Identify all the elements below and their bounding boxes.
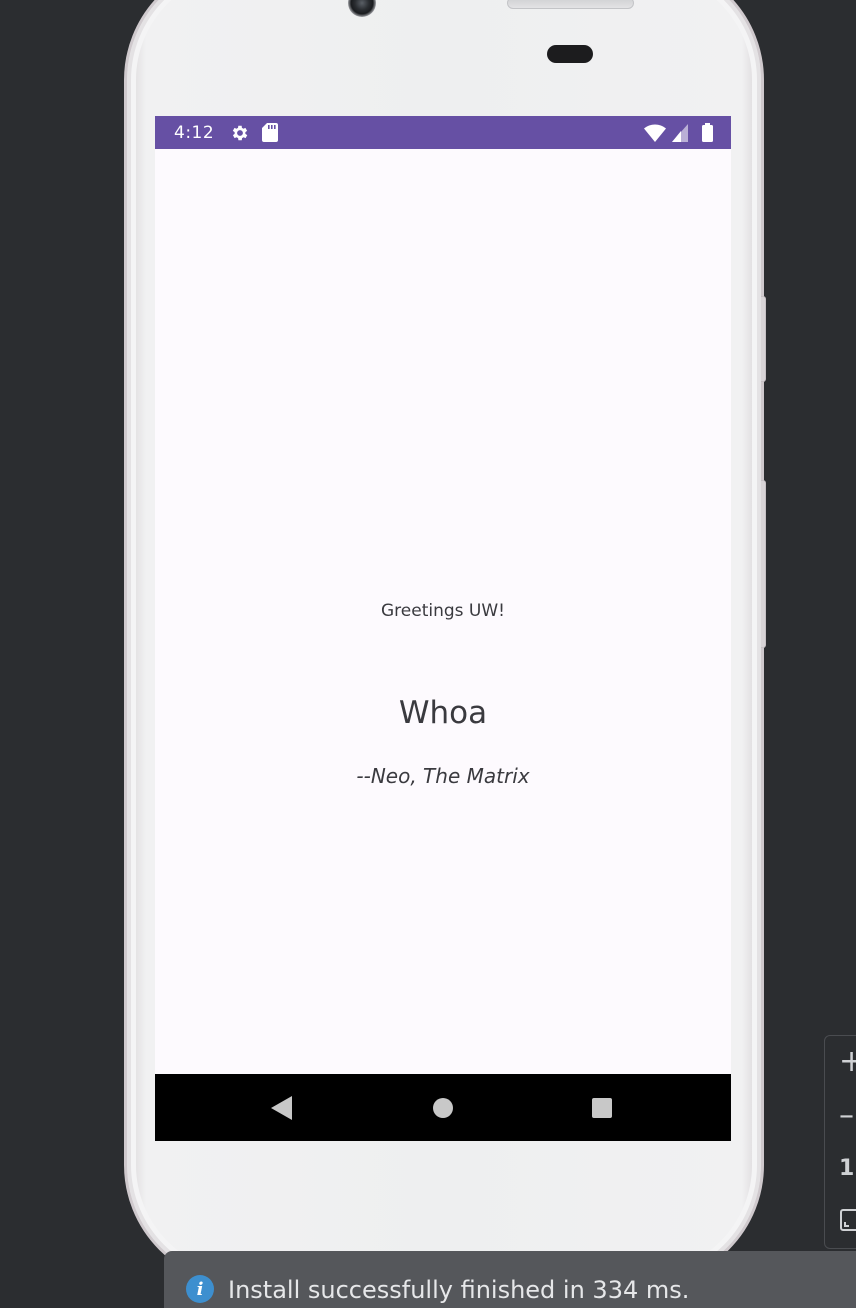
- home-icon[interactable]: [428, 1094, 458, 1122]
- volume-button[interactable]: [761, 480, 766, 648]
- notification-message: Install successfully finished in 334 ms.: [228, 1276, 690, 1304]
- earpiece-speaker: [507, 0, 634, 9]
- back-icon[interactable]: [267, 1094, 297, 1122]
- status-bar: 4:12: [155, 116, 731, 149]
- app-content: Greetings UW! Whoa --Neo, The Matrix: [155, 149, 731, 1074]
- power-button[interactable]: [761, 296, 766, 382]
- zoom-in-button[interactable]: +: [839, 1044, 856, 1079]
- cell-signal-icon: [672, 123, 688, 142]
- zoom-ratio-button[interactable]: 1:: [839, 1156, 856, 1181]
- wifi-icon: [644, 123, 666, 142]
- quote-attribution: --Neo, The Matrix: [356, 764, 530, 788]
- device-screen[interactable]: 4:12 Greetings UW! Whoa --Neo, The Matri…: [155, 116, 731, 1141]
- info-icon: i: [186, 1275, 214, 1303]
- greeting-text: Greetings UW!: [381, 601, 505, 621]
- quote-text: Whoa: [398, 695, 488, 731]
- fit-screen-icon[interactable]: [839, 1208, 856, 1236]
- proximity-sensor: [547, 45, 593, 63]
- emulator-stage: 4:12 Greetings UW! Whoa --Neo, The Matri…: [0, 0, 856, 1308]
- battery-icon: [702, 123, 713, 142]
- install-notification[interactable]: i Install successfully finished in 334 m…: [164, 1251, 856, 1308]
- sd-card-icon: [262, 123, 279, 142]
- gear-icon: [230, 123, 250, 143]
- status-time: 4:12: [174, 122, 215, 143]
- zoom-out-button[interactable]: –: [839, 1098, 854, 1133]
- recents-icon[interactable]: [587, 1094, 617, 1122]
- emulator-zoom-toolbar: + – 1:: [824, 1035, 856, 1249]
- navigation-bar: [155, 1074, 731, 1141]
- front-camera: [348, 0, 376, 17]
